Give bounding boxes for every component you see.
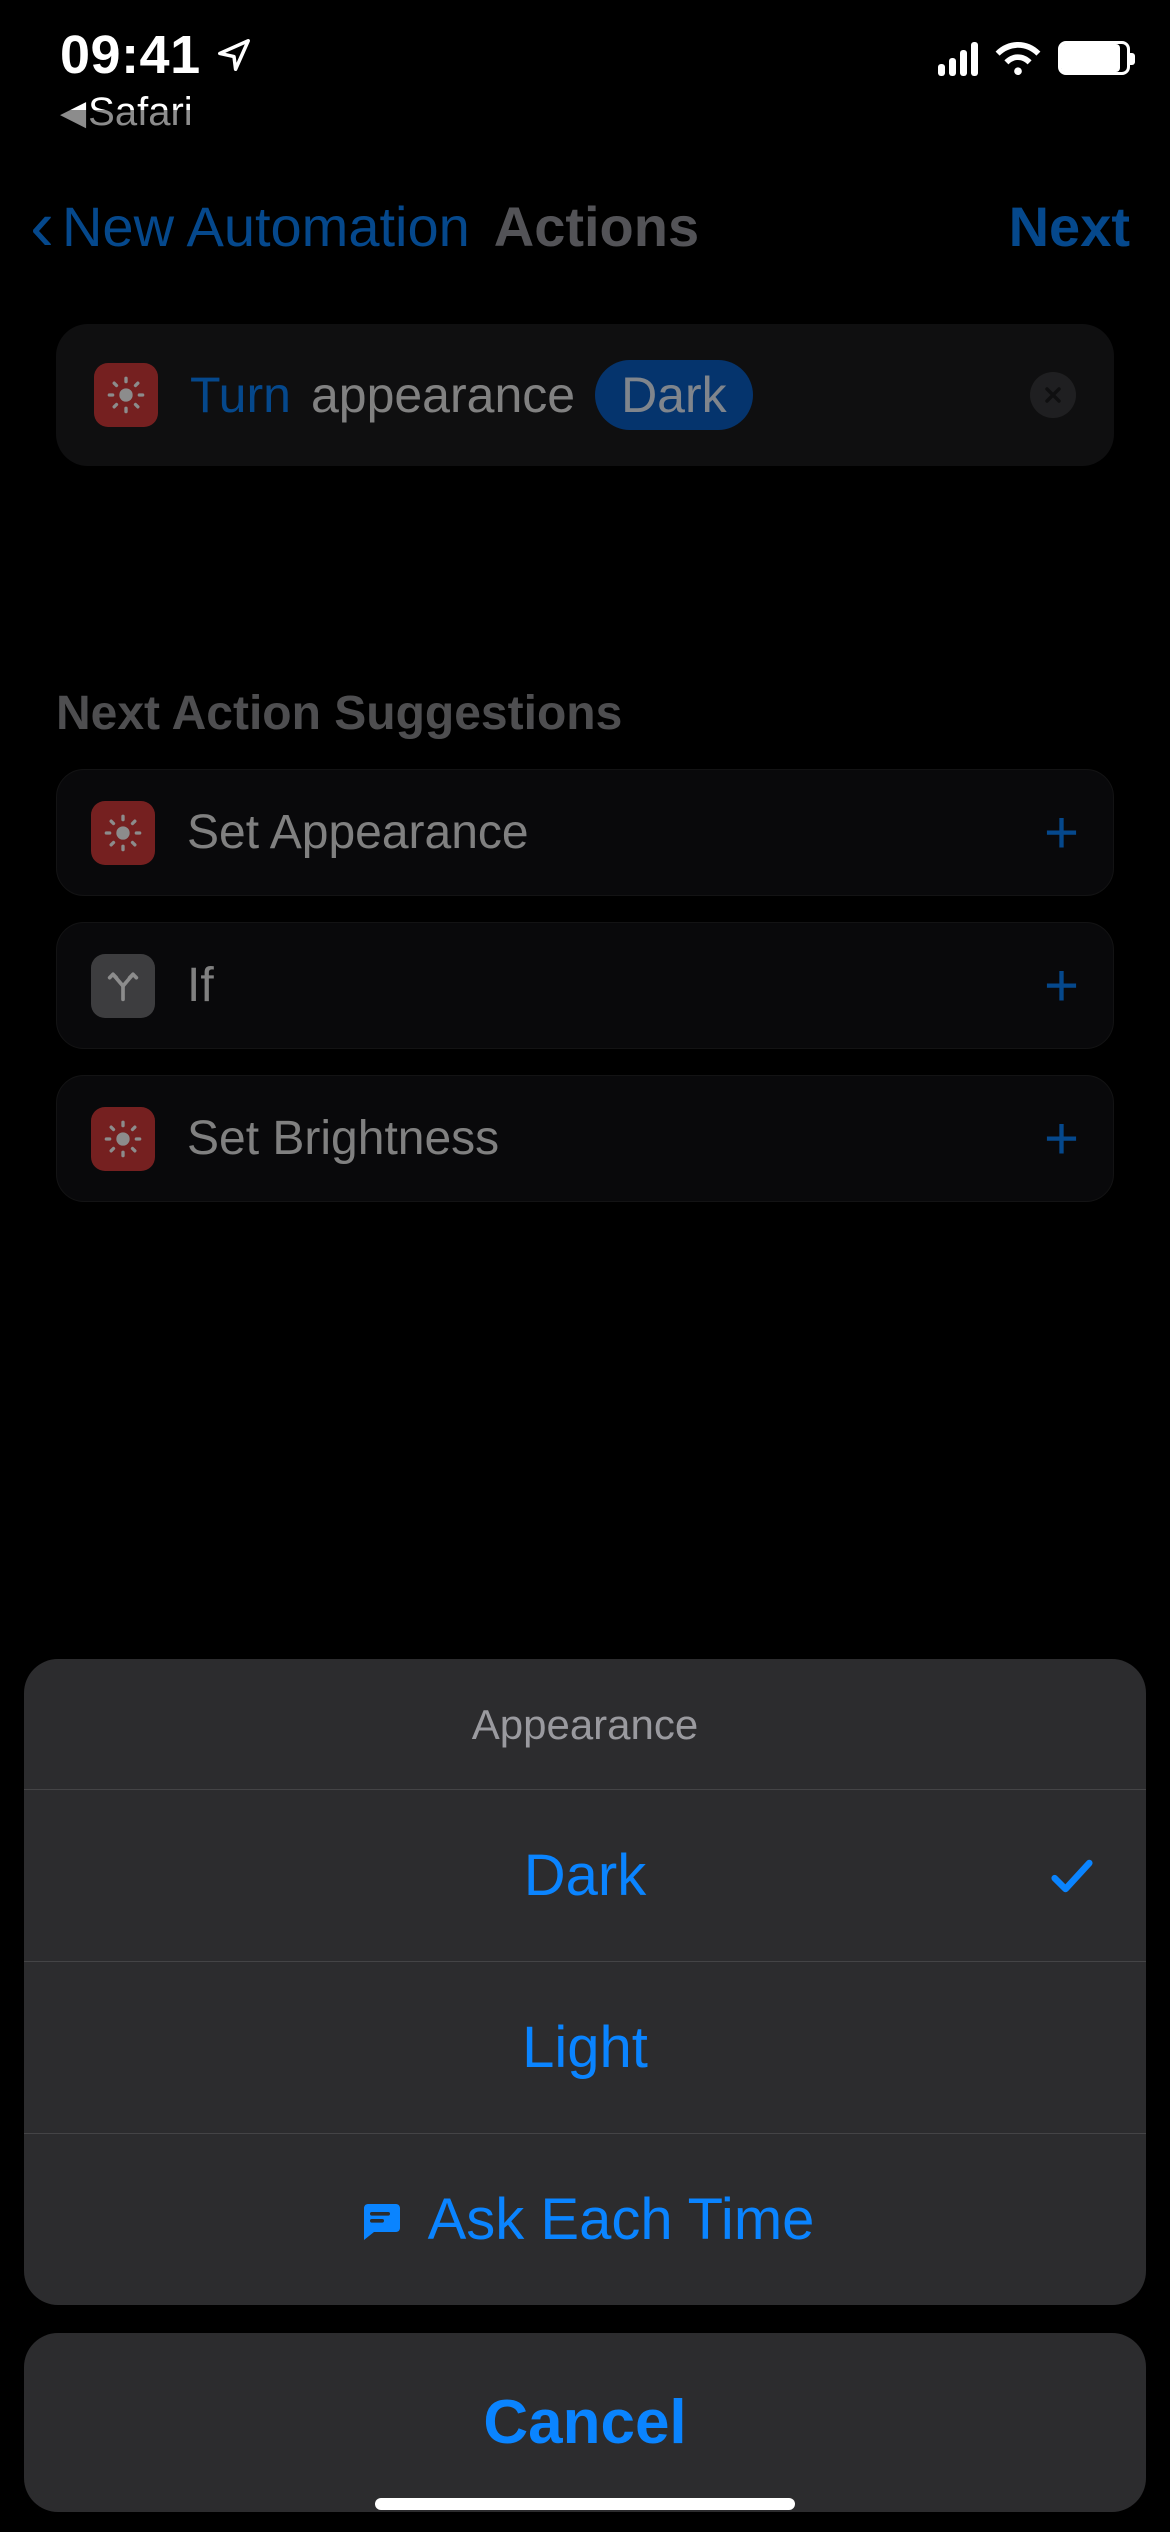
home-indicator[interactable]: [375, 2498, 795, 2510]
cellular-signal-icon: [938, 40, 978, 76]
page-title: Actions: [494, 194, 699, 259]
suggestions-header: Next Action Suggestions: [0, 466, 1170, 769]
location-arrow-icon: [215, 36, 253, 74]
option-label: Light: [522, 2015, 648, 2080]
add-icon[interactable]: +: [1044, 951, 1079, 1020]
suggestion-set-appearance[interactable]: Set Appearance +: [56, 769, 1114, 896]
chevron-left-icon: ‹: [30, 190, 54, 262]
action-value-token[interactable]: Dark: [595, 360, 753, 430]
cancel-button[interactable]: Cancel: [24, 2333, 1146, 2512]
picker-option-ask-each-time[interactable]: Ask Each Time: [24, 2134, 1146, 2305]
suggestion-label: Set Appearance: [187, 805, 529, 860]
action-noun: appearance: [311, 366, 575, 424]
brightness-icon: [91, 1107, 155, 1171]
suggestion-label: Set Brightness: [187, 1111, 499, 1166]
option-label: Dark: [524, 1843, 646, 1908]
cancel-label: Cancel: [483, 2388, 686, 2457]
action-text: Turn appearance Dark: [190, 360, 753, 430]
chat-bubble-icon: [356, 2196, 404, 2244]
suggestion-label: If: [187, 958, 214, 1013]
action-verb[interactable]: Turn: [190, 366, 291, 424]
status-bar: 09:41 ◀ Safari: [0, 0, 1170, 110]
option-label: Ask Each Time: [428, 2186, 815, 2253]
add-icon[interactable]: +: [1044, 1104, 1079, 1173]
wifi-icon: [994, 40, 1042, 76]
status-time: 09:41: [60, 24, 253, 86]
next-button[interactable]: Next: [1009, 194, 1130, 259]
nav-header: ‹ New Automation Actions Next: [0, 110, 1170, 302]
suggestion-if[interactable]: If +: [56, 922, 1114, 1049]
picker-title: Appearance: [24, 1659, 1146, 1789]
appearance-picker-sheet: Appearance Dark Light Ask Each Time: [24, 1659, 1146, 2305]
clear-action-button[interactable]: [1030, 372, 1076, 418]
suggestion-set-brightness[interactable]: Set Brightness +: [56, 1075, 1114, 1202]
action-set-appearance[interactable]: Turn appearance Dark: [56, 324, 1114, 466]
picker-option-light[interactable]: Light: [24, 1962, 1146, 2133]
checkmark-icon: [1046, 1850, 1098, 1902]
brightness-icon: [94, 363, 158, 427]
branch-icon: [91, 954, 155, 1018]
brightness-icon: [91, 801, 155, 865]
back-label: New Automation: [62, 194, 470, 259]
picker-option-dark[interactable]: Dark: [24, 1790, 1146, 1961]
battery-icon: [1058, 41, 1130, 75]
add-icon[interactable]: +: [1044, 798, 1079, 867]
back-button[interactable]: ‹ New Automation: [30, 190, 470, 262]
clock-text: 09:41: [60, 24, 201, 86]
